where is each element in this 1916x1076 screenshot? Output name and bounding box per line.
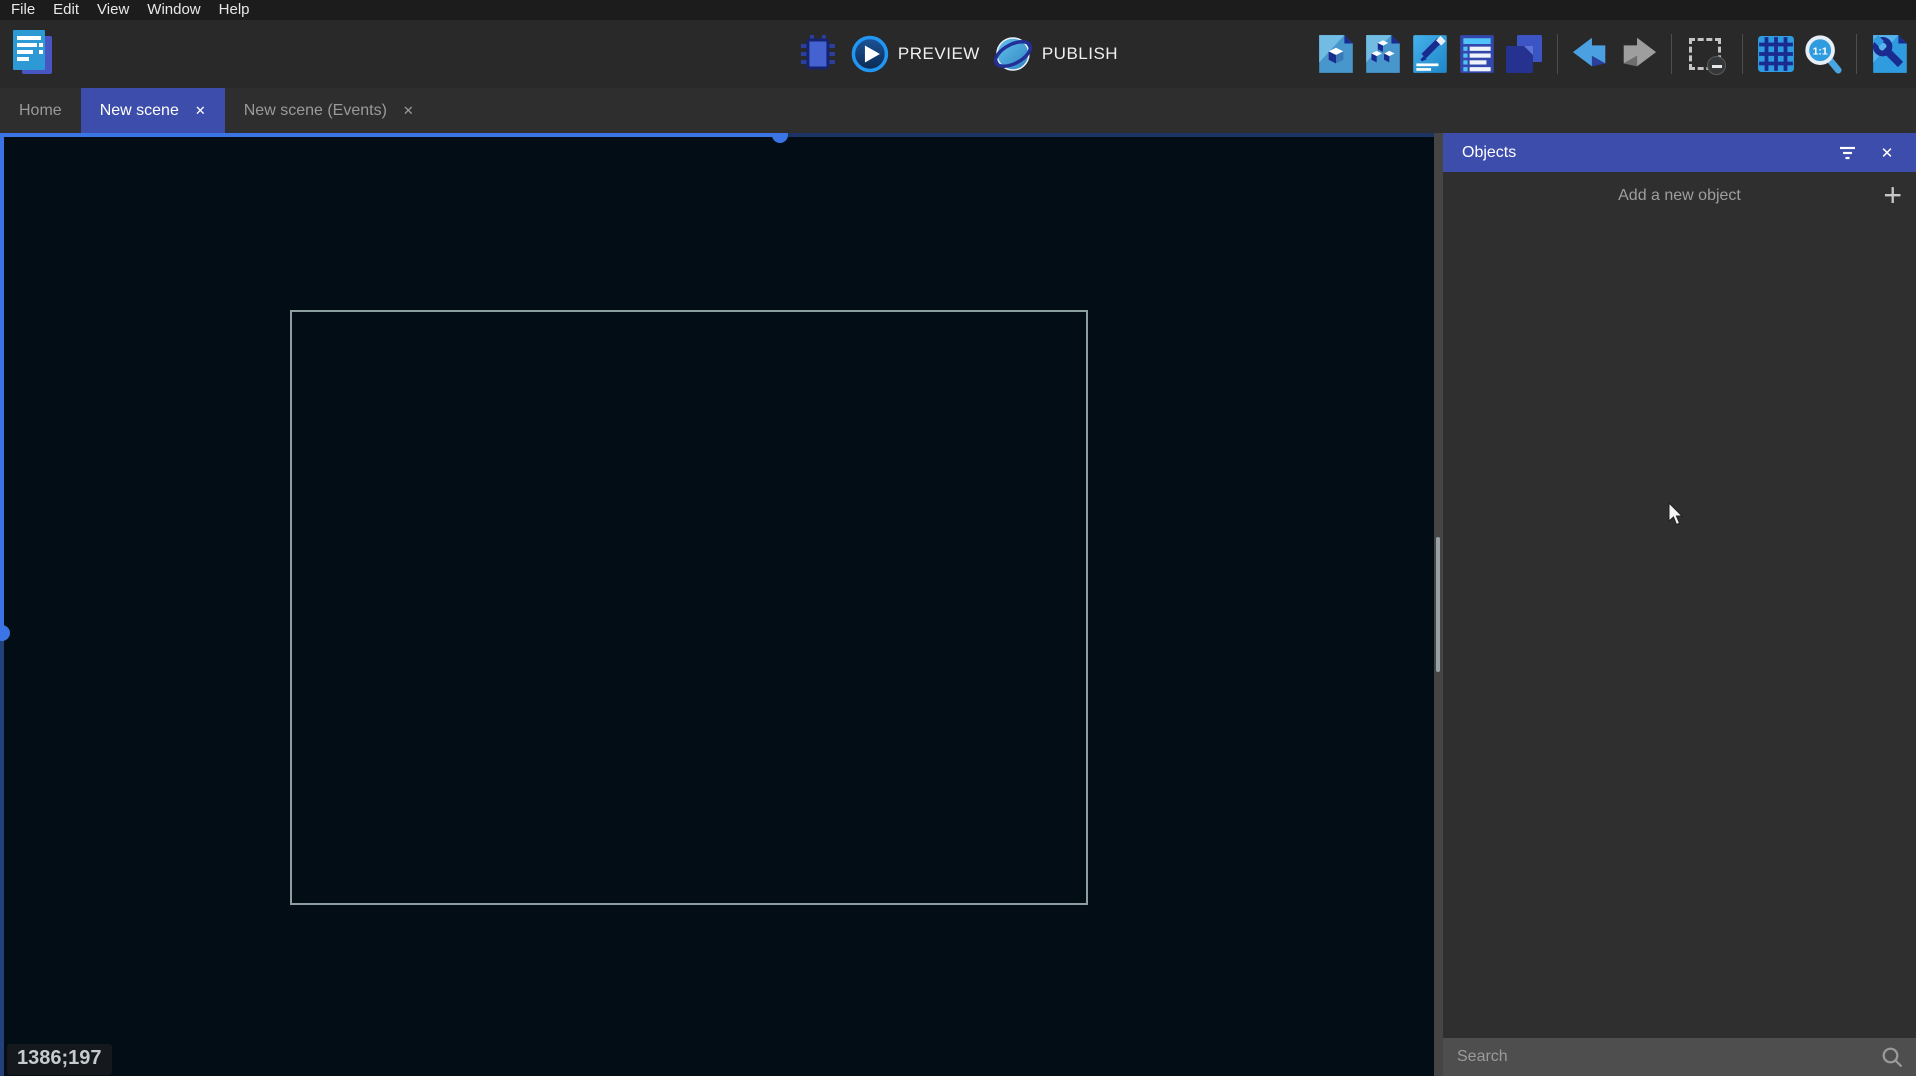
preview-label: PREVIEW: [898, 44, 980, 64]
publish-globe-icon: [993, 34, 1033, 74]
svg-text:1:1: 1:1: [1813, 46, 1828, 57]
instances-list-icon: [1458, 33, 1496, 75]
app-window: File Edit View Window Help: [0, 0, 1916, 1076]
project-manager-icon: [10, 28, 56, 78]
menu-edit[interactable]: Edit: [44, 0, 88, 20]
add-new-object-label: Add a new object: [1618, 187, 1741, 205]
close-panel-button[interactable]: ✕: [1874, 140, 1900, 166]
grid-icon: [1757, 35, 1795, 73]
tab-new-scene-events-label: New scene (Events): [244, 102, 387, 120]
menu-bar: File Edit View Window Help: [0, 0, 1916, 20]
canvas-scrollbar: [1434, 133, 1443, 1076]
toolbar-separator: [1856, 34, 1857, 74]
scene-canvas[interactable]: 1386;197: [0, 133, 1434, 1076]
cursor-coordinates-badge: 1386;197: [7, 1044, 112, 1075]
selection-handle-left[interactable]: [0, 625, 10, 641]
toolbar: PREVIEW PUBLISH: [0, 20, 1916, 88]
objects-panel: Objects ✕ Add a new object +: [1443, 133, 1916, 1076]
project-manager-button[interactable]: [10, 28, 56, 78]
toolbar-separator: [1742, 34, 1743, 74]
zoom-1-1-icon: 1:1: [1803, 32, 1843, 76]
object-groups-icon: [1364, 33, 1402, 75]
redo-button[interactable]: [1618, 32, 1658, 76]
toolbar-center: PREVIEW PUBLISH: [798, 20, 1118, 88]
search-icon[interactable]: [1881, 1046, 1904, 1069]
debugger-bug-icon: [798, 33, 838, 75]
scene-settings-button[interactable]: [1870, 32, 1910, 76]
open-layers-panel-button[interactable]: [1504, 32, 1544, 76]
selection-edge-left: [0, 133, 4, 632]
plus-icon: +: [1883, 180, 1902, 210]
properties-pencil-icon: [1411, 33, 1449, 75]
publish-button[interactable]: PUBLISH: [993, 34, 1118, 74]
menu-view[interactable]: View: [88, 0, 138, 20]
toolbar-right: 1:1: [1316, 20, 1910, 88]
delete-selection-button[interactable]: [1685, 32, 1725, 76]
tab-close-icon[interactable]: ✕: [195, 104, 206, 117]
redo-arrow-icon: [1618, 35, 1658, 73]
preview-play-icon: [851, 35, 889, 73]
objects-panel-title: Objects: [1462, 144, 1820, 162]
tab-bar: Home New scene ✕ New scene (Events) ✕: [0, 88, 1916, 133]
menu-help[interactable]: Help: [210, 0, 259, 20]
layers-icon: [1504, 33, 1544, 75]
objects-panel-header: Objects ✕: [1443, 133, 1916, 172]
close-icon: ✕: [1881, 144, 1894, 162]
open-properties-panel-button[interactable]: [1410, 32, 1450, 76]
publish-label: PUBLISH: [1042, 44, 1118, 64]
selection-edge-top-dim: [780, 133, 1434, 137]
debugger-button[interactable]: [798, 32, 838, 76]
toolbar-separator: [1671, 34, 1672, 74]
selection-edge-left-dim: [0, 632, 4, 1076]
toolbar-separator: [1557, 34, 1558, 74]
filter-button[interactable]: [1834, 140, 1860, 166]
tab-new-scene[interactable]: New scene ✕: [81, 88, 225, 133]
search-input[interactable]: [1457, 1048, 1881, 1066]
canvas-scrollbar-thumb[interactable]: [1436, 537, 1440, 672]
undo-button[interactable]: [1571, 32, 1611, 76]
tab-close-icon[interactable]: ✕: [403, 104, 414, 117]
objects-list-empty-area: [1443, 220, 1916, 1038]
preview-button[interactable]: PREVIEW: [851, 35, 980, 73]
add-new-object-button[interactable]: Add a new object +: [1443, 172, 1916, 220]
open-instances-list-button[interactable]: [1457, 32, 1497, 76]
tab-new-scene-label: New scene: [100, 102, 179, 120]
objects-panel-icon: [1317, 33, 1355, 75]
tab-home-label: Home: [19, 102, 62, 120]
selection-handle-top[interactable]: [772, 133, 788, 143]
menu-file[interactable]: File: [2, 0, 44, 20]
game-window-frame: [290, 310, 1088, 905]
zoom-reset-button[interactable]: 1:1: [1803, 32, 1843, 76]
selection-edge-top: [0, 133, 780, 137]
tab-home[interactable]: Home: [0, 88, 81, 133]
objects-search-bar: [1443, 1038, 1916, 1076]
delete-selection-icon: [1689, 38, 1721, 70]
open-objects-panel-button[interactable]: [1316, 32, 1356, 76]
toggle-grid-button[interactable]: [1756, 32, 1796, 76]
undo-arrow-icon: [1571, 35, 1611, 73]
settings-wrench-icon: [1871, 33, 1909, 75]
tab-new-scene-events[interactable]: New scene (Events) ✕: [225, 88, 433, 133]
menu-window[interactable]: Window: [138, 0, 209, 20]
open-object-groups-panel-button[interactable]: [1363, 32, 1403, 76]
main-area: 1386;197 Objects: [0, 133, 1916, 1076]
filter-icon: [1838, 146, 1857, 160]
